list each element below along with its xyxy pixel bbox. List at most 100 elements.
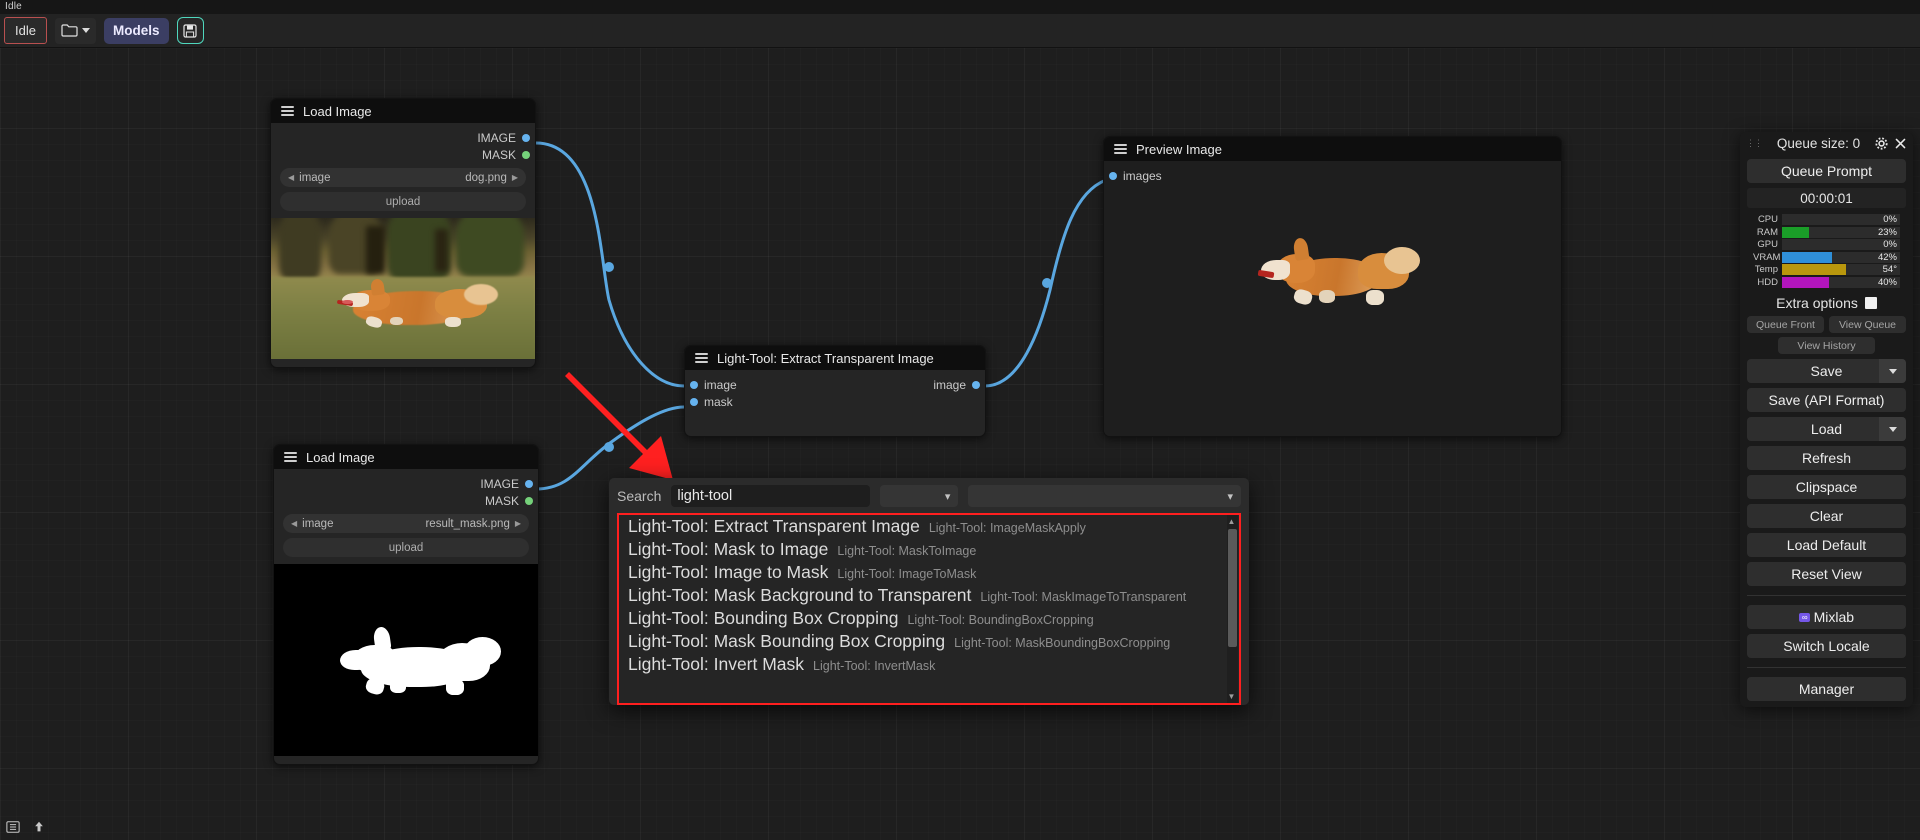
queue-front-button[interactable]: Queue Front [1747, 316, 1824, 333]
search-input[interactable] [671, 485, 871, 507]
panel-divider-2 [1747, 667, 1906, 668]
idle-status-button[interactable]: Idle [4, 17, 47, 44]
extra-options-row[interactable]: Extra options [1740, 295, 1913, 311]
output-slot-mask[interactable]: MASK [271, 146, 535, 163]
search-result-item[interactable]: Light-Tool: Mask to Image Light-Tool: Mas… [619, 538, 1239, 561]
hamburger-icon[interactable] [1114, 144, 1127, 154]
clipspace-button[interactable]: Clipspace [1747, 475, 1906, 499]
scrollbar-thumb[interactable] [1228, 529, 1237, 647]
widget-label: image [299, 171, 331, 184]
scroll-down-arrow-icon[interactable]: ▼ [1227, 691, 1236, 702]
upload-arrow-icon[interactable] [32, 820, 46, 834]
drag-handle-icon[interactable]: ⋮⋮ [1746, 138, 1763, 149]
arrow-left-icon[interactable]: ◀ [291, 519, 297, 528]
node-preview-image[interactable]: Preview Image images [1103, 136, 1562, 437]
close-icon[interactable] [1894, 137, 1907, 150]
output-slot-image[interactable]: IMAGE [271, 129, 535, 146]
search-filter-type-dropdown[interactable]: ▾ [968, 485, 1241, 507]
chevron-down-icon: ▾ [944, 490, 951, 503]
input-slot-mask[interactable]: mask [685, 393, 985, 410]
search-result-name: Light-Tool: Extract Transparent Image [628, 516, 920, 536]
widget-image-selector[interactable]: ◀ image dog.png ▶ [280, 168, 526, 187]
output-dot-image[interactable] [972, 380, 980, 389]
input-dot-images[interactable] [1109, 171, 1117, 180]
search-result-item[interactable]: Light-Tool: Image to Mask Light-Tool: Ima… [619, 561, 1239, 584]
output-slot-image[interactable]: IMAGE [274, 475, 538, 492]
resource-monitor: CPU 0% RAM 23% GPU 0% VRAM 42% Temp 54° HDD 40% [1753, 214, 1900, 288]
node-title-bar[interactable]: Light-Tool: Extract Transparent Image [685, 346, 985, 370]
search-label: Search [617, 488, 662, 504]
arrow-right-icon[interactable]: ▶ [515, 519, 521, 528]
workflow-folder-button[interactable] [55, 17, 96, 44]
view-queue-button[interactable]: View Queue [1829, 316, 1906, 333]
switch-locale-button[interactable]: Switch Locale [1747, 634, 1906, 658]
extra-options-checkbox[interactable] [1864, 297, 1877, 309]
preview-image-result[interactable] [1254, 231, 1434, 321]
load-default-button[interactable]: Load Default [1747, 533, 1906, 557]
output-slot-image[interactable]: image [865, 376, 985, 393]
input-dot-image[interactable] [690, 380, 698, 389]
search-results-list[interactable]: Light-Tool: Extract Transparent Image Lig… [617, 513, 1241, 705]
search-result-item[interactable]: Light-Tool: Extract Transparent Image Lig… [619, 515, 1239, 538]
node-image-preview[interactable] [271, 218, 535, 359]
input-dot-mask[interactable] [690, 397, 698, 406]
save-workflow-button[interactable] [176, 17, 204, 44]
search-result-item[interactable]: Light-Tool: Mask Bounding Box Cropping Li… [619, 630, 1239, 653]
input-slot-images[interactable]: images [1104, 167, 1561, 184]
arrow-right-icon[interactable]: ▶ [512, 173, 518, 182]
queue-prompt-button[interactable]: Queue Prompt [1747, 159, 1906, 183]
load-dropdown-toggle[interactable] [1879, 417, 1906, 441]
load-label: Load [1810, 421, 1843, 437]
node-title-bar[interactable]: Preview Image [1104, 137, 1561, 161]
list-view-icon[interactable] [6, 820, 20, 834]
arrow-left-icon[interactable]: ◀ [288, 173, 294, 182]
view-history-button[interactable]: View History [1778, 337, 1875, 354]
search-filter-category-dropdown[interactable]: ▾ [880, 485, 959, 507]
resource-row: GPU 0% [1753, 239, 1900, 251]
widget-image-selector[interactable]: ◀ image result_mask.png ▶ [283, 514, 529, 533]
node-load-image-2[interactable]: Load Image IMAGE MASK ◀ image result_mas… [273, 444, 539, 765]
node-title-bar[interactable]: Load Image [271, 99, 535, 123]
node-body: IMAGE MASK ◀ image result_mask.png ▶ upl… [274, 469, 538, 764]
search-result-name: Light-Tool: Mask to Image [628, 539, 829, 559]
mixlab-button[interactable]: ∞ Mixlab [1747, 605, 1906, 629]
save-dropdown-toggle[interactable] [1879, 359, 1906, 383]
clear-button[interactable]: Clear [1747, 504, 1906, 528]
reset-view-button[interactable]: Reset View [1747, 562, 1906, 586]
search-result-id: Light-Tool: BoundingBoxCropping [907, 613, 1094, 627]
widget-label: image [302, 517, 334, 530]
save-button[interactable]: Save [1747, 359, 1906, 383]
output-dot-mask[interactable] [522, 150, 530, 159]
node-title-bar[interactable]: Load Image [274, 445, 538, 469]
resource-bar-fill [1782, 276, 1830, 288]
node-light-tool-extract-transparent-image[interactable]: Light-Tool: Extract Transparent Image im… [684, 345, 986, 437]
gear-icon[interactable] [1875, 136, 1888, 150]
toolbar: Idle Models [0, 14, 1920, 48]
output-dot-mask[interactable] [525, 496, 533, 505]
search-result-id: Light-Tool: ImageToMask [837, 567, 977, 581]
manager-button[interactable]: Manager [1747, 677, 1906, 701]
window-status-text: Idle [0, 0, 1920, 14]
refresh-button[interactable]: Refresh [1747, 446, 1906, 470]
upload-button[interactable]: upload [283, 538, 529, 557]
search-result-item[interactable]: Light-Tool: Mask Background to Transpare… [619, 584, 1239, 607]
output-dot-image[interactable] [525, 479, 533, 488]
save-api-format-button[interactable]: Save (API Format) [1747, 388, 1906, 412]
search-result-item[interactable]: Light-Tool: Bounding Box Cropping Light-T… [619, 607, 1239, 630]
hamburger-icon[interactable] [284, 452, 297, 462]
node-load-image-1[interactable]: Load Image IMAGE MASK ◀ image dog.png ▶ … [270, 98, 536, 368]
upload-button[interactable]: upload [280, 192, 526, 211]
node-search-dialog[interactable]: Search ▾ ▾ Light-Tool: Extract Transpare… [609, 478, 1249, 705]
scroll-up-arrow-icon[interactable]: ▲ [1227, 516, 1236, 527]
node-mask-preview[interactable] [274, 564, 538, 756]
search-result-name: Light-Tool: Bounding Box Cropping [628, 608, 899, 628]
search-result-item[interactable]: Light-Tool: Invert Mask Light-Tool: Inver… [619, 653, 1239, 676]
output-slot-mask[interactable]: MASK [274, 492, 538, 509]
models-button[interactable]: Models [104, 17, 169, 44]
search-result-id: Light-Tool: MaskToImage [837, 544, 977, 558]
hamburger-icon[interactable] [281, 106, 294, 116]
load-button[interactable]: Load [1747, 417, 1906, 441]
output-dot-image[interactable] [522, 133, 530, 142]
hamburger-icon[interactable] [695, 353, 708, 363]
node-title-text: Load Image [303, 103, 372, 119]
